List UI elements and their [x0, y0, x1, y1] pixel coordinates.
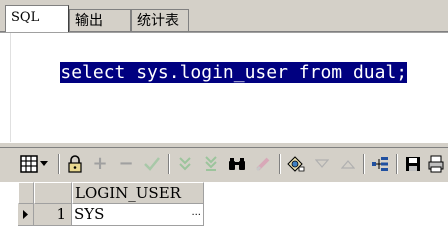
save-button[interactable] [402, 153, 424, 175]
column-header-login-user[interactable]: LOGIN_USER [72, 182, 204, 204]
fetch-next-button[interactable] [174, 153, 196, 175]
tab-strip: SQL 输出 统计表 [0, 0, 448, 32]
grid-corner [18, 182, 34, 204]
tab-output[interactable]: 输出 [69, 9, 131, 31]
save-icon [406, 157, 420, 171]
sql-editor[interactable]: select sys.login_user from dual; [0, 32, 448, 143]
fetch-all-icon [205, 156, 217, 171]
grid-cell-login-user[interactable]: SYS ... [72, 204, 204, 226]
clear-filter-button[interactable] [252, 153, 274, 175]
cell-ellipsis-button[interactable]: ... [191, 202, 201, 223]
lock-icon [68, 155, 82, 173]
toolbar-separator [58, 154, 60, 174]
query-by-example-button[interactable] [285, 153, 307, 175]
clear-filter-icon [255, 157, 270, 172]
result-grid-area: LOGIN_USER 1 SYS ... [0, 182, 448, 243]
find-button[interactable] [226, 153, 248, 175]
tab-statistics-label: 统计表 [137, 13, 179, 29]
row-pointer-icon [23, 210, 28, 219]
tab-statistics[interactable]: 统计表 [131, 9, 189, 31]
grid-layout-icon [20, 155, 38, 173]
result-toolbar: + − [0, 148, 448, 182]
toolbar-separator [396, 154, 398, 174]
dropdown-arrow-icon [40, 161, 48, 166]
rownum-header [34, 182, 72, 204]
tab-sql-label: SQL [11, 10, 40, 25]
delete-record-button[interactable]: − [115, 153, 137, 175]
previous-record-icon [315, 159, 329, 168]
previous-record-button[interactable] [311, 153, 333, 175]
row-number-label: 1 [56, 205, 66, 223]
grid-layout-dropdown[interactable] [38, 153, 50, 175]
toolbar-separator [363, 154, 365, 174]
tree-view-icon [372, 157, 388, 171]
post-changes-icon [144, 157, 160, 171]
post-changes-button[interactable] [141, 153, 163, 175]
editor-gutter [0, 33, 11, 143]
selected-sql-text[interactable]: select sys.login_user from dual; [60, 62, 408, 83]
add-record-button[interactable]: + [89, 153, 111, 175]
next-record-button[interactable] [337, 153, 359, 175]
find-icon [229, 158, 245, 170]
fetch-next-icon [179, 157, 191, 171]
fetch-all-button[interactable] [200, 153, 222, 175]
code-line[interactable]: select sys.login_user from dual; [17, 37, 408, 83]
lock-button[interactable] [64, 153, 86, 175]
toolbar-separator [279, 154, 281, 174]
query-by-example-icon [287, 156, 305, 172]
column-header-label: LOGIN_USER [75, 184, 181, 202]
print-button[interactable] [428, 153, 448, 175]
toolbar-separator [168, 154, 170, 174]
add-record-icon: + [92, 153, 108, 174]
grid-layout-button[interactable] [18, 153, 40, 175]
row-number[interactable]: 1 [34, 204, 72, 226]
delete-record-icon: − [118, 153, 134, 174]
next-record-icon [341, 160, 355, 169]
tree-view-button[interactable] [369, 153, 391, 175]
print-icon [428, 155, 444, 173]
grid-cell-value: SYS [74, 205, 105, 223]
tab-output-label: 输出 [75, 13, 103, 29]
tab-sql[interactable]: SQL [5, 5, 69, 32]
current-row-indicator[interactable] [18, 204, 34, 226]
